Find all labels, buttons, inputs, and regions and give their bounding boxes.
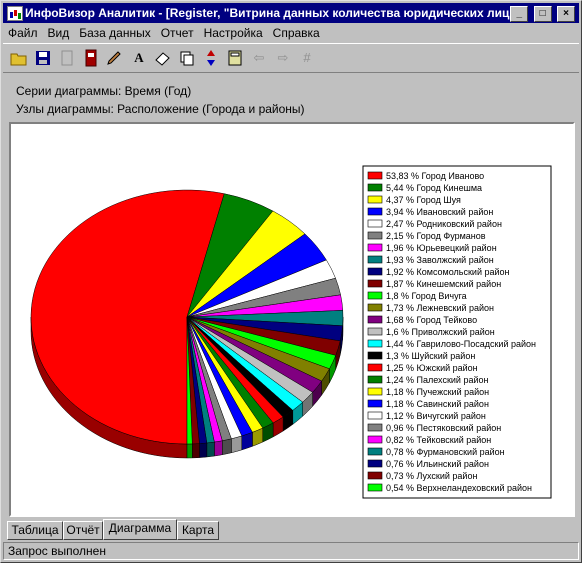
pie-side-25 xyxy=(199,442,208,458)
pie-side-26 xyxy=(192,443,200,459)
menu-bar: Файл Вид База данных Отчет Настройка Справка xyxy=(3,24,579,42)
window-title: ИнфоВизор Аналитик - [Register, "Витрина… xyxy=(25,6,520,20)
legend-entry: 5,44 % Город Кинешма xyxy=(386,183,482,193)
menu-file[interactable]: Файл xyxy=(3,24,43,42)
arrow-left-disabled-icon[interactable]: ⇦ xyxy=(249,48,269,68)
eraser-icon[interactable] xyxy=(153,48,173,68)
pie-side-24 xyxy=(206,441,215,458)
legend-swatch xyxy=(367,483,383,492)
legend-swatch xyxy=(367,207,383,216)
tab-table[interactable]: Таблица xyxy=(7,521,63,540)
legend-entry: 1,96 % Юрьевецкий район xyxy=(386,243,497,253)
status-bar: Запрос выполнен xyxy=(3,542,579,560)
legend-swatch xyxy=(367,399,383,408)
legend-entry: 1,87 % Кинешемский район xyxy=(386,279,501,289)
legend-swatch xyxy=(367,339,383,348)
legend-entry: 0,78 % Фурмановский район xyxy=(386,447,505,457)
legend-swatch xyxy=(367,423,383,432)
legend-swatch xyxy=(367,327,383,336)
series-label: Серии диаграммы: Время (Год) xyxy=(16,84,192,98)
document-disabled-icon[interactable] xyxy=(57,48,77,68)
tab-report[interactable]: Отчёт xyxy=(63,521,103,540)
pie-side-27 xyxy=(186,443,193,459)
menu-settings[interactable]: Настройка xyxy=(199,24,268,42)
chart-info-panel: Серии диаграммы: Время (Год) Узлы диагра… xyxy=(3,73,579,119)
tab-map[interactable]: Карта xyxy=(177,521,219,540)
tab-chart[interactable]: Диаграмма xyxy=(103,519,177,540)
legend-swatch xyxy=(367,255,383,264)
save-icon[interactable] xyxy=(33,48,53,68)
toolbar: A ⇦ ⇨ # xyxy=(3,43,579,73)
legend-swatch xyxy=(367,291,383,300)
legend-entry: 1,18 % Савинский район xyxy=(386,399,489,409)
legend-swatch xyxy=(367,231,383,240)
legend-swatch xyxy=(367,315,383,324)
legend-entry: 1,68 % Город Тейково xyxy=(386,315,477,325)
legend-entry: 1,92 % Комсомольский район xyxy=(386,267,510,277)
legend-entry: 4,37 % Город Шуя xyxy=(386,195,461,205)
legend-entry: 0,96 % Пестяковский район xyxy=(386,423,501,433)
maximize-icon[interactable]: □ xyxy=(533,6,552,22)
legend-swatch xyxy=(367,279,383,288)
legend-entry: 0,54 % Верхнеландеховский район xyxy=(386,483,532,493)
calculator-icon[interactable] xyxy=(225,48,245,68)
legend-entry: 3,94 % Ивановский район xyxy=(386,207,493,217)
legend-swatch xyxy=(367,459,383,468)
minimize-icon[interactable]: _ xyxy=(510,6,529,22)
app-window: ИнфоВизор Аналитик - [Register, "Витрина… xyxy=(0,0,582,563)
app-icon[interactable] xyxy=(7,6,23,21)
legend-entry: 0,82 % Тейковский район xyxy=(386,435,491,445)
legend-swatch xyxy=(367,375,383,384)
legend-entry: 1,18 % Пучежский район xyxy=(386,387,489,397)
nodes-label: Узлы диаграммы: Расположение (Города и р… xyxy=(16,102,305,116)
legend-entry: 0,73 % Лухский район xyxy=(386,471,477,481)
legend-entry: 1,24 % Палехский район xyxy=(386,375,488,385)
legend-swatch xyxy=(367,243,383,252)
menu-help[interactable]: Справка xyxy=(268,24,325,42)
pie-side-22 xyxy=(222,438,232,456)
legend-entry: 1,25 % Южский район xyxy=(386,363,478,373)
legend-swatch xyxy=(367,219,383,228)
view-tabs: Таблица Отчёт Диаграмма Карта xyxy=(5,519,575,540)
close-icon[interactable]: × xyxy=(557,6,575,22)
legend-entry: 1,8 % Город Вичуга xyxy=(386,291,467,301)
legend-swatch xyxy=(367,411,383,420)
menu-database[interactable]: База данных xyxy=(74,24,155,42)
arrow-right-disabled-icon[interactable]: ⇨ xyxy=(273,48,293,68)
legend-swatch xyxy=(367,267,383,276)
legend-entry: 53,83 % Город Иваново xyxy=(386,171,484,181)
legend-entry: 1,44 % Гаврилово-Посадский район xyxy=(386,339,536,349)
legend-entry: 0,76 % Ильинский район xyxy=(386,459,489,469)
open-folder-icon[interactable] xyxy=(9,48,29,68)
legend-entry: 1,3 % Шуйский район xyxy=(386,351,475,361)
legend-swatch xyxy=(367,447,383,456)
sort-arrows-icon[interactable] xyxy=(201,48,221,68)
copy-icon[interactable] xyxy=(177,48,197,68)
legend-swatch xyxy=(367,303,383,312)
legend-entry: 1,73 % Лежневский район xyxy=(386,303,494,313)
menu-view[interactable]: Вид xyxy=(43,24,75,42)
legend-entry: 1,93 % Заволжский район xyxy=(386,255,494,265)
legend-swatch xyxy=(367,363,383,372)
font-icon[interactable]: A xyxy=(129,48,149,68)
edit-pen-icon[interactable] xyxy=(105,48,125,68)
legend-swatch xyxy=(367,351,383,360)
pie-side-23 xyxy=(214,440,223,457)
title-bar[interactable]: ИнфоВизор Аналитик - [Register, "Витрина… xyxy=(3,3,579,23)
legend-swatch xyxy=(367,171,383,180)
legend-entry: 2,15 % Город Фурманов xyxy=(386,231,486,241)
legend-swatch xyxy=(367,195,383,204)
pie-chart: 53,83 % Город Иваново 5,44 % Город Кинешм… xyxy=(30,165,552,499)
legend-entry: 2,47 % Родниковский район xyxy=(386,219,502,229)
legend-swatch xyxy=(367,435,383,444)
chart-area: 53,83 % Город Иваново 5,44 % Город Кинешм… xyxy=(9,122,575,517)
exit-door-icon[interactable] xyxy=(81,48,101,68)
grid-disabled-icon[interactable]: # xyxy=(297,48,317,68)
legend-swatch xyxy=(367,387,383,396)
legend-swatch xyxy=(367,183,383,192)
menu-report[interactable]: Отчет xyxy=(156,24,199,42)
legend-swatch xyxy=(367,471,383,480)
legend-entry: 1,6 % Приволжский район xyxy=(386,327,495,337)
legend-entry: 1,12 % Вичугский район xyxy=(386,411,486,421)
